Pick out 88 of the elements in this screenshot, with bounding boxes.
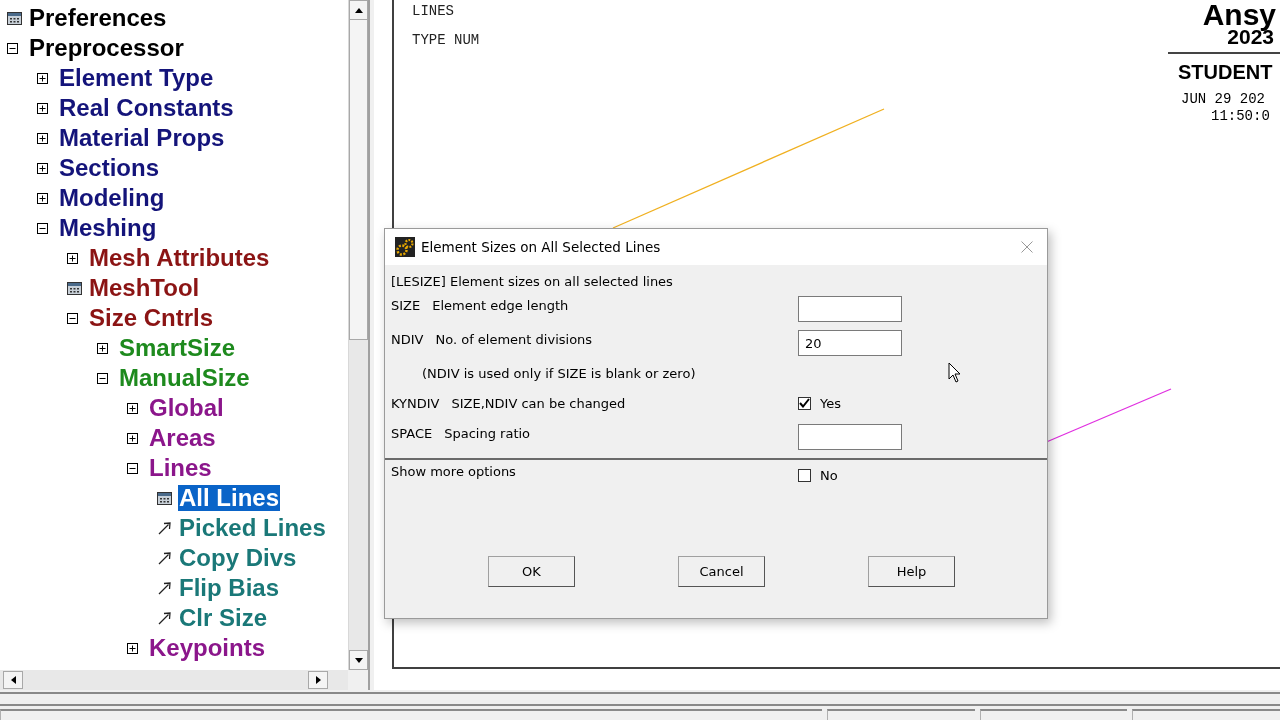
dialog-button[interactable]: Cancel [678,556,765,587]
note-text: (NDIV is used only if SIZE is blank or zero) [422,365,696,381]
tree-item[interactable]: Clr Size [178,605,269,631]
expand-icon[interactable] [127,432,138,444]
tree-item[interactable]: Preferences [28,5,168,31]
tree-item[interactable]: Copy Divs [178,545,298,571]
window-icon [7,11,22,25]
arrow-icon [157,520,173,536]
tree-item[interactable]: Areas [148,425,217,451]
field-label: Show more options [391,464,516,479]
expand-icon[interactable] [67,252,78,264]
checkbox-label: No [820,468,838,483]
tree-item[interactable]: ManualSize [118,365,251,391]
tree-item[interactable]: MeshTool [88,275,201,301]
tree-item[interactable]: Sections [58,155,161,181]
tree-item[interactable]: Lines [148,455,213,481]
date-text: JUN 29 202 [1181,91,1265,108]
tree-item[interactable]: Global [148,395,225,421]
tree-item[interactable]: Mesh Attributes [88,245,271,271]
plot-label: TYPE NUM [412,32,480,48]
scroll-thumb[interactable] [349,20,368,340]
expand-icon[interactable] [97,342,108,354]
parameter-code: SPACE [391,426,433,441]
field-label: No. of element divisions [435,332,593,347]
expand-icon[interactable] [127,642,138,654]
tree-item[interactable]: Modeling [58,185,166,211]
checkbox[interactable] [798,396,811,410]
input-field[interactable] [798,296,902,322]
collapse-icon[interactable] [7,42,18,54]
tree-item[interactable]: Element Type [58,65,215,91]
window-icon [67,281,82,295]
expand-icon[interactable] [37,102,48,114]
expand-icon[interactable] [37,192,48,204]
tree-item[interactable]: Keypoints [148,635,266,661]
parameter-code: KYNDIV [391,395,440,411]
tree-item[interactable]: All Lines [178,485,281,511]
input-field[interactable] [798,424,902,450]
window-icon [157,491,172,505]
dialog-button[interactable]: OK [488,556,575,587]
time-text: 11:50:0 [1211,108,1270,125]
dialog-button[interactable]: Help [868,556,955,587]
dialog-description: [LESIZE] Element sizes on all selected lines [391,273,674,291]
tree-item[interactable]: Real Constants [58,95,235,121]
field-label: Element edge length [432,298,569,313]
expand-icon[interactable] [37,72,48,84]
tree-item[interactable]: Meshing [58,215,158,241]
left-arrow-icon [10,676,16,684]
mouse-pointer-icon [948,362,962,384]
expand-icon[interactable] [127,402,138,414]
horizontal-scrollbar[interactable] [0,670,348,690]
tree-item[interactable]: Flip Bias [178,575,281,601]
field-label: Spacing ratio [444,426,531,441]
parameter-code: SIZE [391,298,421,313]
tree-item[interactable]: SmartSize [118,335,237,361]
checkbox[interactable] [798,469,811,482]
dialog-title: Element Sizes on All Selected Lines [421,239,662,255]
scrollbar-corner [348,670,368,690]
expand-icon[interactable] [37,162,48,174]
right-arrow-icon [315,676,321,684]
plot-label: LINES [412,3,454,19]
tree-item[interactable]: Picked Lines [178,515,327,541]
expand-icon[interactable] [37,132,48,144]
field-label: SIZE,NDIV can be changed [451,395,626,411]
tree-item[interactable]: Size Cntrls [88,305,215,331]
arrow-icon [157,580,173,596]
input-field[interactable]: 20 [798,330,902,356]
collapse-icon[interactable] [127,462,138,474]
parameter-code: NDIV [391,332,424,347]
logo-text: Ansy [1202,0,1276,30]
collapse-icon[interactable] [37,222,48,234]
scroll-right-button[interactable] [308,671,328,689]
arrow-icon [157,610,173,626]
scroll-down-button[interactable] [349,650,368,670]
collapse-icon[interactable] [97,372,108,384]
tree-item[interactable]: Preprocessor [28,35,185,61]
scroll-up-button[interactable] [349,0,368,20]
down-arrow-icon [354,657,363,663]
check-icon [799,398,810,408]
arrow-icon [157,550,173,566]
tree-item[interactable]: Material Props [58,125,226,151]
edition-label: STUDENT [1178,61,1273,83]
checkbox-label: Yes [820,395,841,411]
vertical-scrollbar[interactable] [348,0,368,670]
scroll-left-button[interactable] [3,671,23,689]
gears-icon [395,237,415,257]
close-icon[interactable] [1021,241,1033,253]
collapse-icon[interactable] [67,312,78,324]
up-arrow-icon [354,7,363,13]
